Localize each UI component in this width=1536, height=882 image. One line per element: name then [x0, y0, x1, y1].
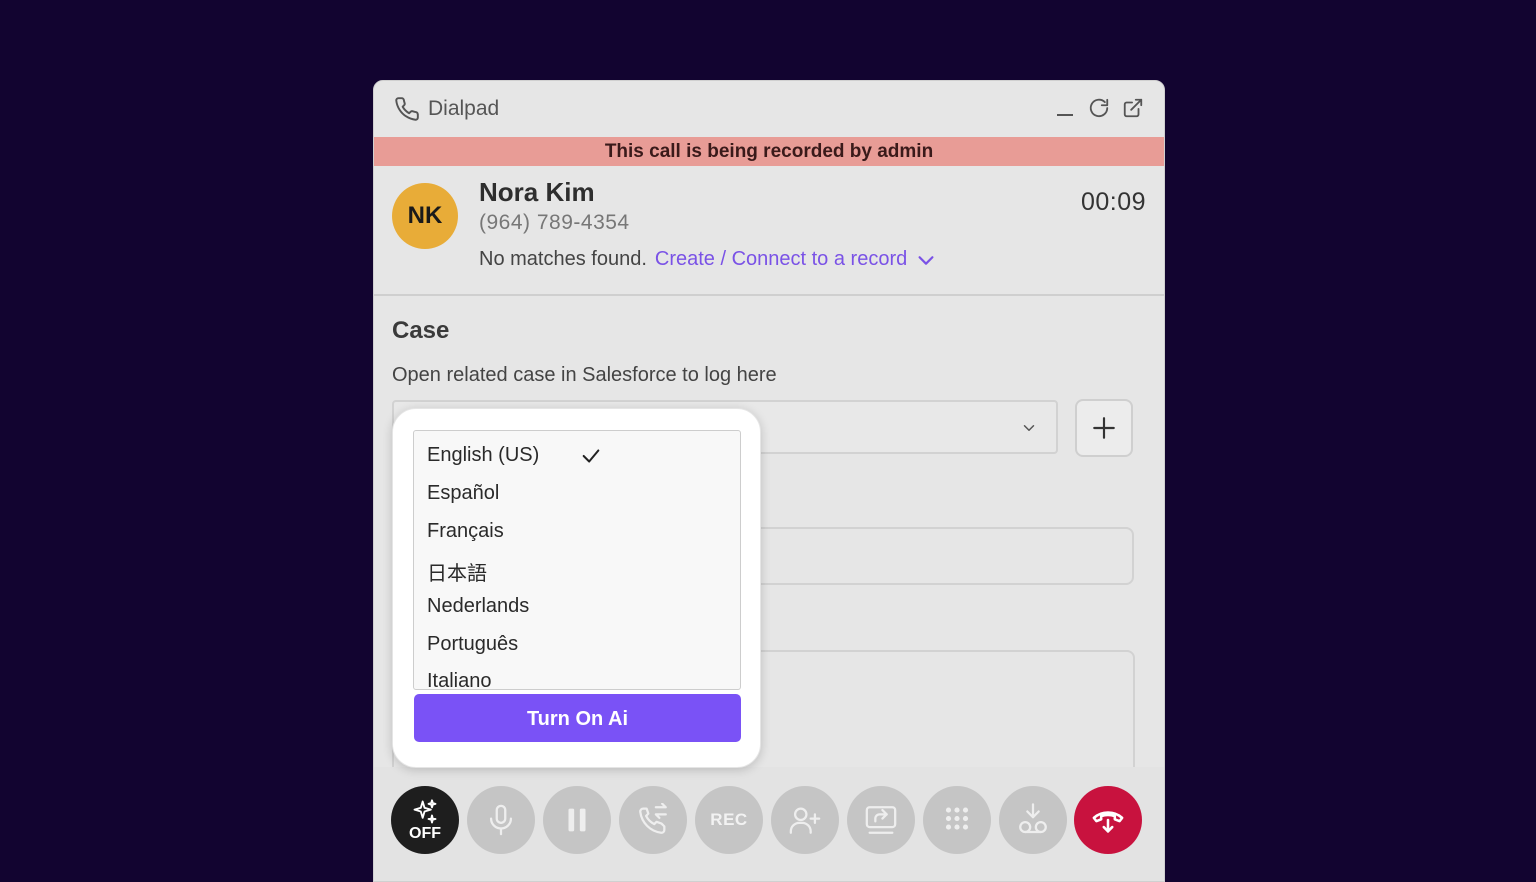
no-match-text: No matches found.	[479, 248, 647, 270]
refresh-icon[interactable]	[1088, 97, 1110, 119]
transfer-button[interactable]	[619, 786, 687, 854]
avatar: NK	[392, 183, 458, 249]
call-controls: OFF REC	[374, 767, 1164, 881]
voicemail-drop-button[interactable]	[999, 786, 1067, 854]
case-section-title: Case	[392, 317, 450, 344]
language-option[interactable]: Nederlands	[427, 595, 529, 618]
chevron-down-icon	[1023, 425, 1035, 431]
screen-share-button[interactable]	[847, 786, 915, 854]
sparkle-icon	[413, 798, 437, 823]
turn-on-ai-button[interactable]: Turn On Ai	[414, 694, 741, 742]
rec-label: REC	[710, 810, 748, 829]
call-timer: 00:09	[1080, 188, 1146, 216]
language-option[interactable]: English (US)	[427, 444, 539, 467]
ai-status-label: OFF	[409, 824, 441, 842]
hold-button[interactable]	[543, 786, 611, 854]
add-case-button[interactable]	[1075, 399, 1133, 457]
language-option[interactable]: Italiano	[427, 670, 492, 689]
mute-button[interactable]	[467, 786, 535, 854]
microphone-icon	[489, 804, 513, 836]
voicemail-download-icon	[1019, 803, 1047, 834]
contact-card: NK Nora Kim (964) 789-4354 00:09 No matc…	[374, 166, 1164, 296]
window-title: Dialpad	[428, 97, 500, 120]
record-match-row: No matches found. Create / Connect to a …	[479, 248, 937, 271]
phone-icon	[395, 97, 419, 121]
contact-name: Nora Kim	[479, 177, 595, 207]
ai-toggle-button[interactable]: OFF	[391, 786, 459, 854]
language-option[interactable]: Português	[427, 633, 518, 656]
add-participant-button[interactable]	[771, 786, 839, 854]
add-user-icon	[789, 807, 821, 834]
keypad-icon	[945, 807, 969, 830]
contact-phone: (964) 789-4354	[479, 211, 630, 234]
minimize-icon[interactable]	[1054, 97, 1076, 119]
language-option[interactable]: 日本語	[427, 557, 487, 586]
language-popover: English (US) Español Français 日本語 Nederl…	[392, 408, 761, 768]
create-connect-record-link[interactable]: Create / Connect to a record	[655, 248, 907, 271]
chevron-down-icon[interactable]	[915, 249, 937, 271]
pause-icon	[568, 808, 586, 832]
language-option[interactable]: Español	[427, 482, 499, 505]
language-listbox[interactable]: English (US) Español Français 日本語 Nederl…	[413, 430, 741, 690]
title-bar: Dialpad	[374, 81, 1164, 137]
phone-transfer-icon	[639, 803, 667, 834]
language-option[interactable]: Français	[427, 520, 504, 543]
record-button[interactable]: REC	[695, 786, 763, 854]
case-hint: Open related case in Salesforce to log h…	[392, 364, 777, 386]
plus-icon	[1093, 417, 1115, 439]
keypad-button[interactable]	[923, 786, 991, 854]
checkmark-icon	[582, 449, 600, 463]
recording-banner: This call is being recorded by admin	[374, 137, 1164, 166]
hang-up-button[interactable]	[1074, 786, 1142, 854]
hang-up-icon	[1092, 811, 1124, 833]
screen-share-icon	[865, 806, 897, 834]
external-link-icon[interactable]	[1122, 97, 1144, 119]
